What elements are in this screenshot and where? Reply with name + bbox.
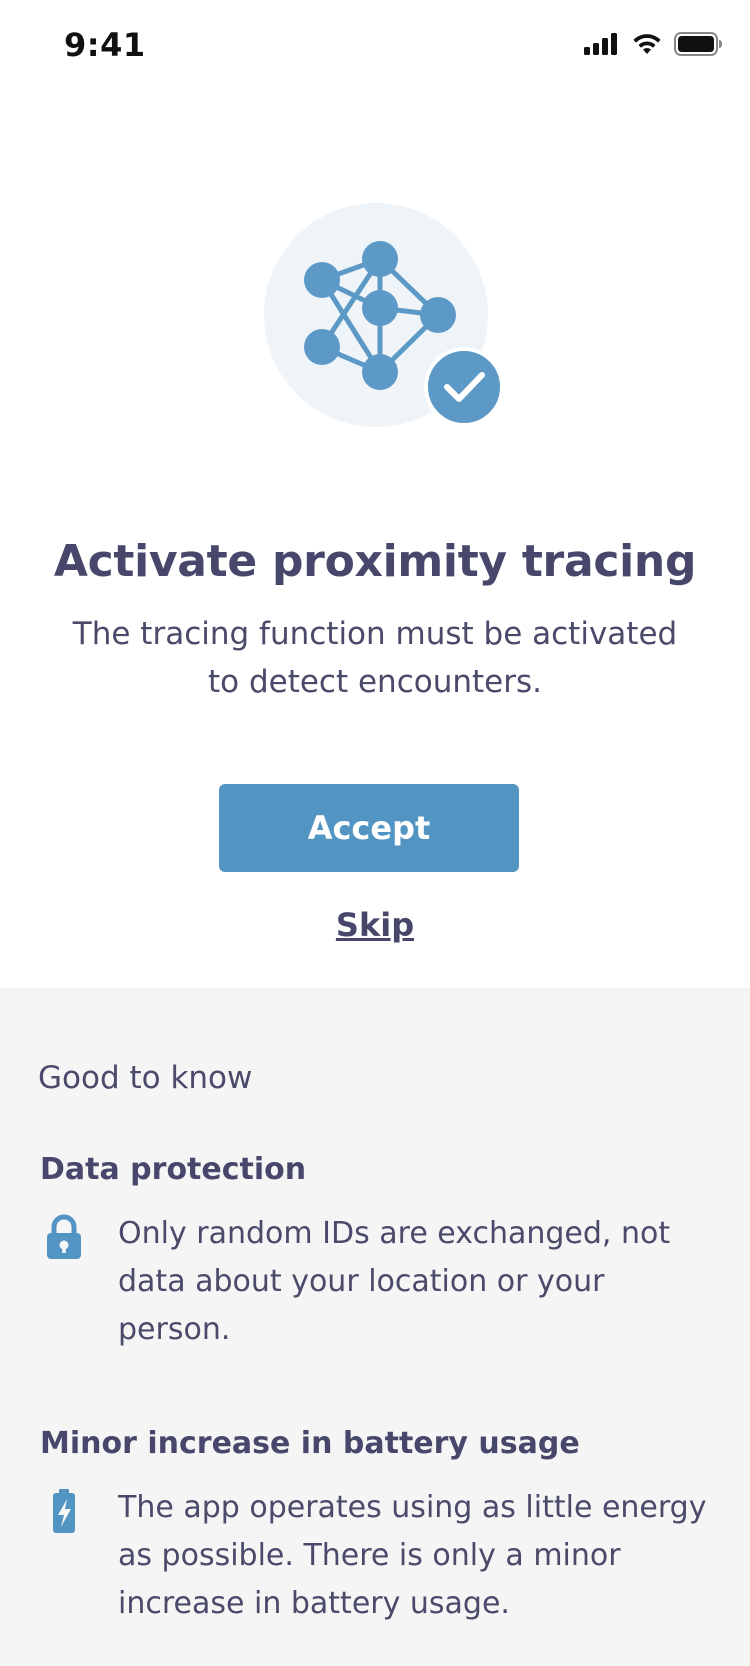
good-to-know-section: Good to know Data protection Only random… <box>0 988 750 1666</box>
wifi-icon <box>633 34 661 54</box>
info-item-text: The app operates using as little energy … <box>118 1490 707 1621</box>
battery-icon <box>674 32 722 56</box>
signal-icon <box>584 33 617 55</box>
network-check-illustration <box>264 203 504 427</box>
section-heading: Good to know <box>38 1060 253 1096</box>
page-title: Activate proximity tracing <box>53 536 697 587</box>
onboarding-hero: 9:41 Activate proximity tracing The trac… <box>0 0 750 988</box>
status-time: 9:41 <box>64 26 146 64</box>
page-subtitle: The tracing function must be activated t… <box>72 616 678 700</box>
skip-link[interactable]: Skip <box>0 906 750 944</box>
info-item-title: Minor increase in battery usage <box>40 1426 580 1461</box>
battery-charging-icon <box>53 1489 75 1533</box>
status-bar: 9:41 <box>0 0 750 94</box>
lock-icon <box>47 1214 81 1259</box>
status-icons <box>584 32 722 56</box>
accept-button[interactable]: Accept <box>219 784 519 872</box>
info-item-title: Data protection <box>40 1152 307 1187</box>
info-item-text: Only random IDs are exchanged, not data … <box>118 1216 671 1347</box>
